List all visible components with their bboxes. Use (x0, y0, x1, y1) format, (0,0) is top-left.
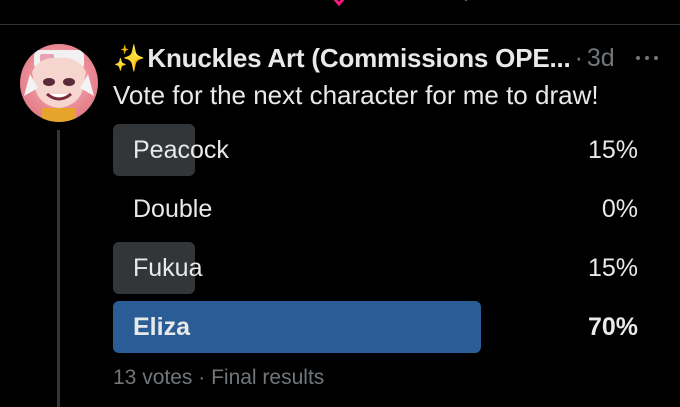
divider (0, 24, 680, 25)
repost-icon[interactable] (200, 0, 222, 8)
poll-option-percent: 15% (587, 136, 638, 164)
poll-status: Final results (211, 366, 325, 389)
poll-option-percent: 15% (587, 254, 638, 282)
more-options-icon[interactable] (636, 56, 658, 62)
vote-count: 13 votes (113, 366, 193, 389)
poll-option: Peacock 15% (113, 124, 638, 176)
share-icon[interactable] (583, 0, 605, 8)
poll-footer: 13 votes · Final results (113, 366, 324, 390)
display-name[interactable]: Knuckles Art (Commissions OPE... (147, 43, 570, 74)
poll-option-label: Double (133, 195, 213, 223)
reply-icon[interactable] (72, 0, 94, 8)
poll-option-label: Eliza (133, 313, 190, 341)
poll-option-label: Fukua (133, 254, 203, 282)
poll-option-label: Peacock (133, 136, 229, 164)
poll-option-percent: 70% (587, 313, 638, 341)
separator-dot: · (198, 366, 206, 389)
action-bar-previous (0, 0, 680, 14)
like-icon[interactable] (328, 0, 350, 8)
bookmark-icon[interactable] (455, 0, 477, 8)
thread-line (57, 130, 60, 407)
poll-option: Double 0% (113, 183, 638, 235)
avatar[interactable] (20, 44, 98, 122)
poll-option: Eliza 70% (113, 301, 638, 353)
sparkles-icon: ✨ (113, 43, 146, 73)
timestamp[interactable]: 3d (587, 44, 615, 73)
separator-dot: · (574, 43, 583, 72)
post-text: Vote for the next character for me to dr… (113, 80, 599, 110)
poll: Peacock 15% Double 0% Fukua 15% Eliza 70… (113, 124, 638, 360)
post-header: ✨ Knuckles Art (Commissions OPE... · 3d (113, 42, 615, 74)
avatar-portrait-icon (24, 50, 94, 122)
poll-option: Fukua 15% (113, 242, 638, 294)
poll-option-percent: 0% (601, 195, 638, 223)
